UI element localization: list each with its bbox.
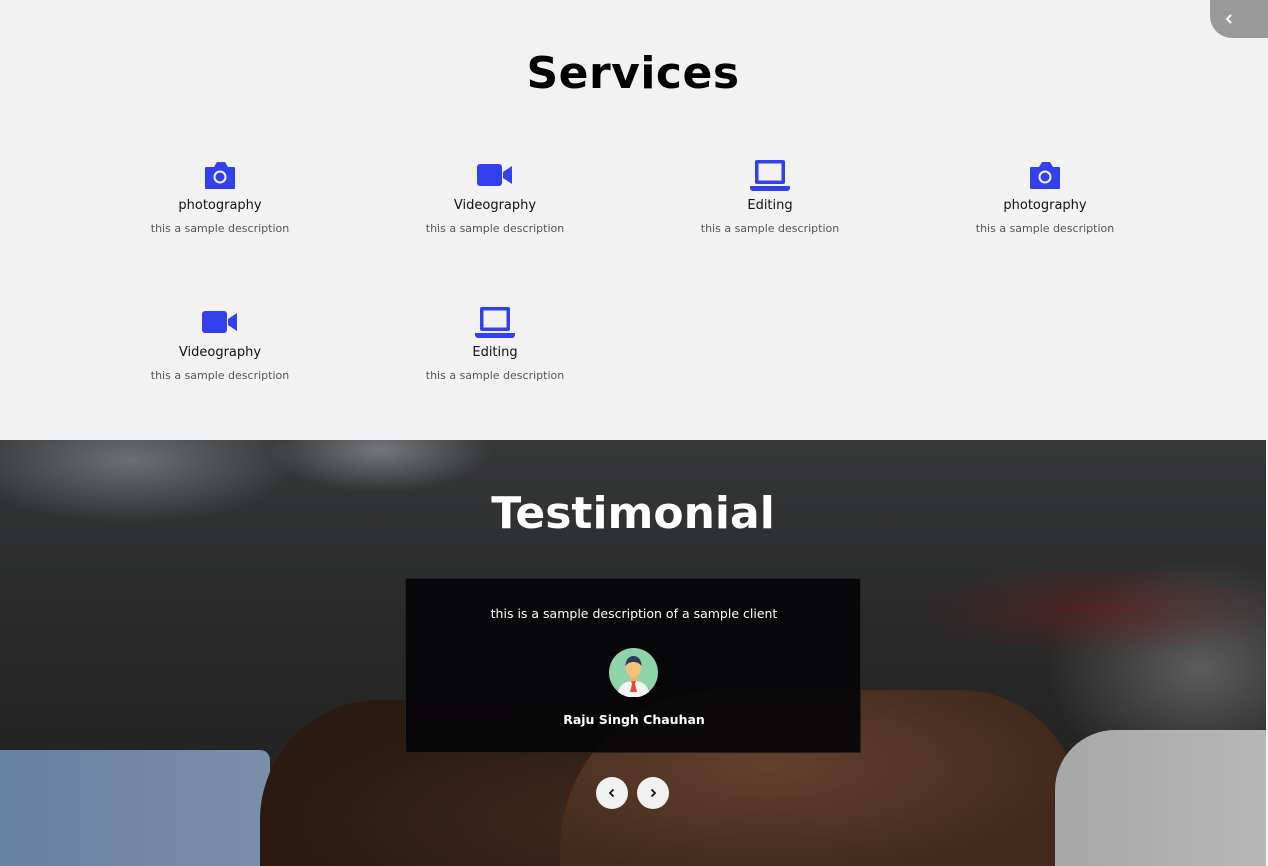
testimonial-section: Testimonial this is a sample description…: [0, 440, 1266, 866]
service-name: photography: [178, 198, 262, 213]
camera-icon: [110, 158, 330, 192]
avatar-icon: [609, 648, 658, 698]
services-title: Services: [526, 48, 740, 99]
chevron-right-icon: [650, 788, 657, 798]
service-description: this a sample description: [150, 369, 290, 382]
service-card: Editing this a sample description: [660, 158, 880, 235]
service-name: Editing: [472, 345, 518, 360]
service-card: photography this a sample description: [110, 158, 330, 235]
service-description: this a sample description: [150, 222, 290, 235]
service-card: photography this a sample description: [935, 158, 1155, 235]
chevron-left-icon: [1225, 14, 1232, 24]
service-name: Editing: [747, 198, 793, 213]
service-card: Videography this a sample description: [110, 305, 330, 382]
testimonial-title: Testimonial: [491, 488, 775, 539]
service-description: this a sample description: [700, 222, 840, 235]
video-icon: [110, 305, 330, 339]
service-name: Videography: [178, 345, 262, 360]
laptop-icon: [660, 158, 880, 192]
service-description: this a sample description: [975, 222, 1115, 235]
service-name: Videography: [453, 198, 537, 213]
service-card: Editing this a sample description: [385, 305, 605, 382]
service-name: photography: [1003, 198, 1087, 213]
services-section: Services photography this a sample descr…: [0, 0, 1266, 440]
client-name: Raju Singh Chauhan: [563, 712, 705, 727]
prev-testimonial-button[interactable]: [596, 777, 628, 809]
next-testimonial-button[interactable]: [637, 777, 669, 809]
testimonial-quote: this is a sample description of a sample…: [490, 606, 778, 621]
service-description: this a sample description: [425, 369, 565, 382]
testimonial-card: this is a sample description of a sample…: [405, 578, 861, 753]
chevron-left-icon: [608, 788, 615, 798]
camera-icon: [935, 158, 1155, 192]
side-panel-toggle[interactable]: [1210, 0, 1268, 38]
service-card: Videography this a sample description: [385, 158, 605, 235]
laptop-icon: [385, 305, 605, 339]
service-description: this a sample description: [425, 222, 565, 235]
video-icon: [385, 158, 605, 192]
